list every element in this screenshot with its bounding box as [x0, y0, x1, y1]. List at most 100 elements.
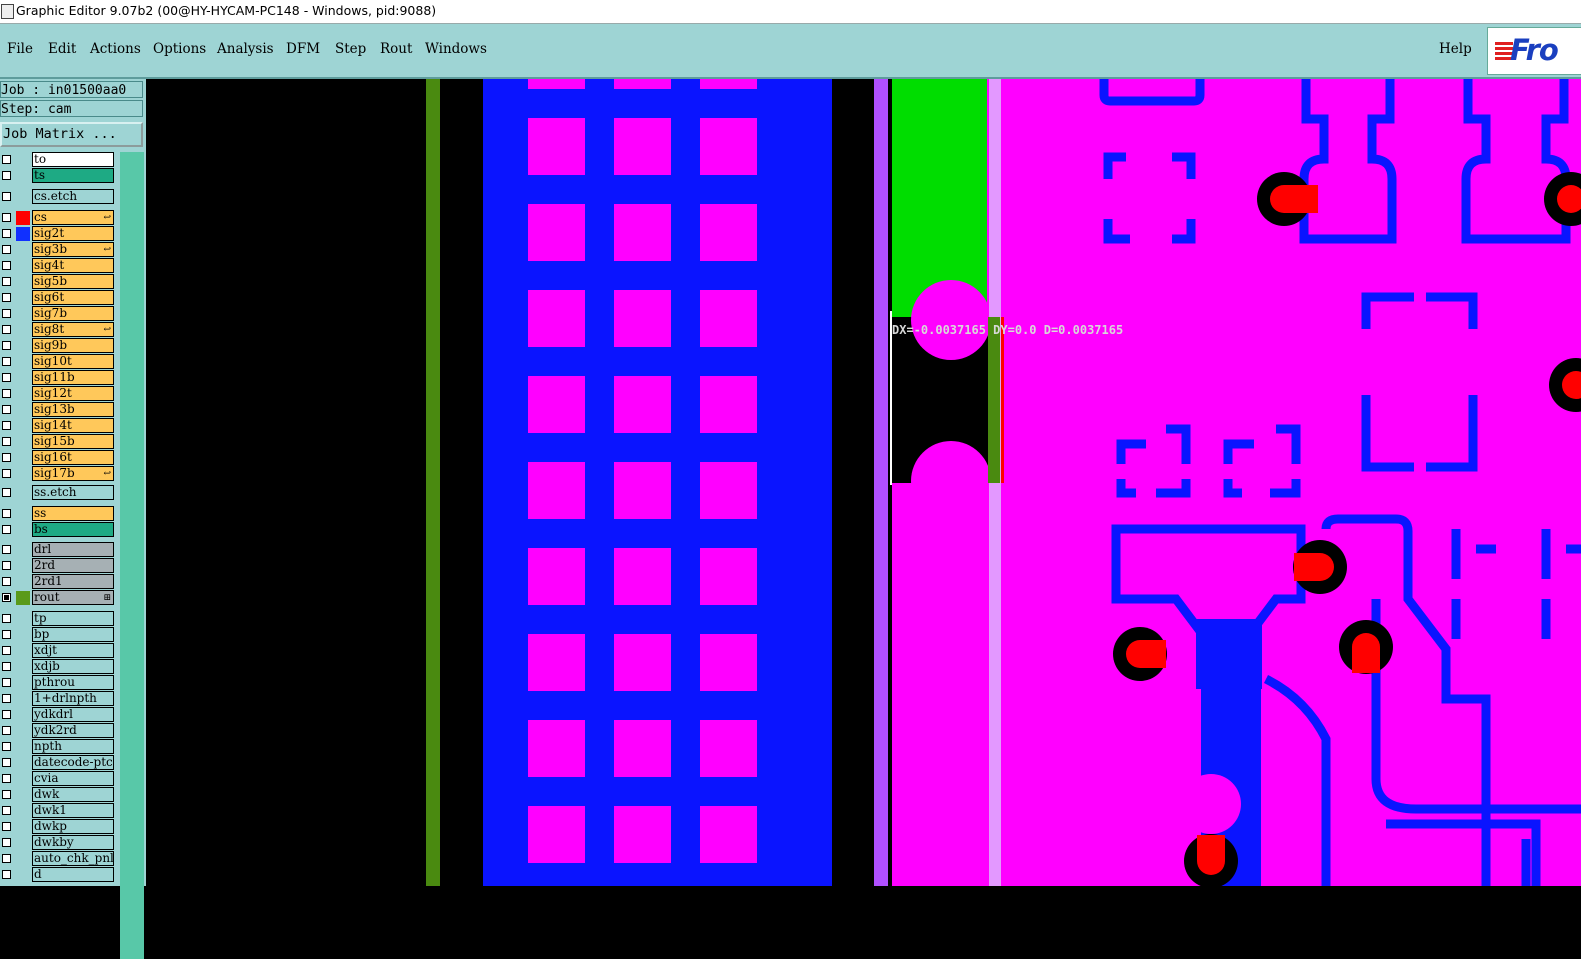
layer-color-swatch[interactable]	[16, 227, 30, 241]
layer-name[interactable]: sig4t	[32, 258, 114, 273]
layer-checkbox[interactable]	[2, 561, 11, 570]
layer-row-sig2t[interactable]: sig2t	[0, 226, 116, 242]
layer-name[interactable]: auto_chk_pnl	[32, 851, 114, 866]
layer-checkbox[interactable]	[2, 171, 11, 180]
layer-checkbox[interactable]	[2, 790, 11, 799]
layer-name[interactable]: sig8t ↩	[32, 322, 114, 337]
layer-row-sig17b[interactable]: sig17b ↩	[0, 466, 116, 482]
layer-name[interactable]: npth	[32, 739, 114, 754]
layer-checkbox[interactable]	[2, 453, 11, 462]
layer-checkbox[interactable]	[2, 488, 11, 497]
layer-name[interactable]: sig6t	[32, 290, 114, 305]
layer-row-2rd[interactable]: 2rd	[0, 558, 116, 574]
layer-name[interactable]: 2rd1	[32, 574, 114, 589]
layer-checkbox[interactable]	[2, 293, 11, 302]
layer-checkbox[interactable]	[2, 421, 11, 430]
layer-row-sig14t[interactable]: sig14t	[0, 418, 116, 434]
layer-row-2rd1[interactable]: 2rd1	[0, 574, 116, 590]
layer-row-dwk[interactable]: dwk	[0, 787, 116, 803]
layer-name[interactable]: ydk2rd	[32, 723, 114, 738]
layer-name[interactable]: datecode-ptc	[32, 755, 114, 770]
layer-name[interactable]: sig16t	[32, 450, 114, 465]
menu-edit[interactable]: Edit	[48, 41, 76, 57]
layer-row-dwkp[interactable]: dwkp	[0, 819, 116, 835]
menu-dfm[interactable]: DFM	[286, 41, 320, 57]
layer-name[interactable]: sig2t	[32, 226, 114, 241]
menu-options[interactable]: Options	[153, 41, 206, 57]
layer-row-1-drlnpth[interactable]: 1+drlnpth	[0, 691, 116, 707]
layer-row-sig11b[interactable]: sig11b	[0, 370, 116, 386]
layer-name[interactable]: xdjb	[32, 659, 114, 674]
layer-checkbox[interactable]	[2, 774, 11, 783]
menu-analysis[interactable]: Analysis	[217, 41, 274, 57]
layer-row-sig5b[interactable]: sig5b	[0, 274, 116, 290]
layer-row-cs[interactable]: cs ↩	[0, 210, 116, 226]
layer-name[interactable]: 1+drlnpth	[32, 691, 114, 706]
layer-name[interactable]: xdjt	[32, 643, 114, 658]
layer-name[interactable]: sig12t	[32, 386, 114, 401]
layer-name[interactable]: dwk	[32, 787, 114, 802]
layer-checkbox[interactable]	[2, 373, 11, 382]
layer-checkbox[interactable]	[2, 593, 11, 602]
layer-checkbox[interactable]	[2, 806, 11, 815]
job-matrix-button[interactable]: Job Matrix ...	[0, 122, 143, 147]
layer-color-swatch[interactable]	[16, 591, 30, 605]
layer-checkbox[interactable]	[2, 509, 11, 518]
layer-row-sig13b[interactable]: sig13b	[0, 402, 116, 418]
layer-checkbox[interactable]	[2, 822, 11, 831]
layer-name[interactable]: dwkp	[32, 819, 114, 834]
layer-name[interactable]: sig9b	[32, 338, 114, 353]
menu-windows[interactable]: Windows	[425, 41, 487, 57]
layer-checkbox[interactable]	[2, 646, 11, 655]
layer-name[interactable]: dwk1	[32, 803, 114, 818]
layer-name[interactable]: cs.etch	[32, 189, 114, 204]
pcb-view[interactable]: DX=-0.0037165 DY=0.0 D=0.0037165	[146, 79, 1581, 886]
layer-row-sig16t[interactable]: sig16t	[0, 450, 116, 466]
layer-row-datecode-ptc[interactable]: datecode-ptc	[0, 755, 116, 771]
layer-checkbox[interactable]	[2, 870, 11, 879]
layer-row-xdjb[interactable]: xdjb	[0, 659, 116, 675]
layer-name[interactable]: sig13b	[32, 402, 114, 417]
layer-checkbox[interactable]	[2, 389, 11, 398]
graphic-canvas[interactable]: DX=-0.0037165 DY=0.0 D=0.0037165	[146, 79, 1581, 886]
layer-row-sig3b[interactable]: sig3b ↩	[0, 242, 116, 258]
menu-rout[interactable]: Rout	[380, 41, 412, 57]
layer-name[interactable]: 2rd	[32, 558, 114, 573]
layer-checkbox[interactable]	[2, 525, 11, 534]
layer-row-drl[interactable]: drl	[0, 542, 116, 558]
layer-row-d[interactable]: d	[0, 867, 116, 883]
layer-name[interactable]: rout ⊞	[32, 590, 114, 605]
layer-checkbox[interactable]	[2, 405, 11, 414]
layer-row-cvia[interactable]: cvia	[0, 771, 116, 787]
layer-name[interactable]: tp	[32, 611, 114, 626]
layer-row-ts[interactable]: ts	[0, 168, 116, 184]
layer-checkbox[interactable]	[2, 838, 11, 847]
layer-list-scrollbar[interactable]	[120, 152, 144, 959]
layer-row-sig15b[interactable]: sig15b	[0, 434, 116, 450]
layer-row-npth[interactable]: npth	[0, 739, 116, 755]
layer-checkbox[interactable]	[2, 742, 11, 751]
layer-row-sig12t[interactable]: sig12t	[0, 386, 116, 402]
layer-checkbox[interactable]	[2, 614, 11, 623]
layer-row-auto-chk-pnl[interactable]: auto_chk_pnl	[0, 851, 116, 867]
layer-name[interactable]: cvia	[32, 771, 114, 786]
layer-row-ss[interactable]: ss	[0, 506, 116, 522]
layer-row-ydkdrl[interactable]: ydkdrl	[0, 707, 116, 723]
layer-checkbox[interactable]	[2, 261, 11, 270]
layer-row-dwkby[interactable]: dwkby	[0, 835, 116, 851]
layer-row-bp[interactable]: bp	[0, 627, 116, 643]
layer-name[interactable]: ts	[32, 168, 114, 183]
layer-name[interactable]: drl	[32, 542, 114, 557]
layer-row-sig10t[interactable]: sig10t	[0, 354, 116, 370]
layer-checkbox[interactable]	[2, 726, 11, 735]
layer-checkbox[interactable]	[2, 469, 11, 478]
layer-row-dwk1[interactable]: dwk1	[0, 803, 116, 819]
layer-name[interactable]: ydkdrl	[32, 707, 114, 722]
layer-row-rout[interactable]: rout ⊞	[0, 590, 116, 606]
layer-name[interactable]: sig10t	[32, 354, 114, 369]
layer-checkbox[interactable]	[2, 192, 11, 201]
layer-checkbox[interactable]	[2, 277, 11, 286]
layer-name[interactable]: sig7b	[32, 306, 114, 321]
layer-row-sig6t[interactable]: sig6t	[0, 290, 116, 306]
layer-checkbox[interactable]	[2, 155, 11, 164]
